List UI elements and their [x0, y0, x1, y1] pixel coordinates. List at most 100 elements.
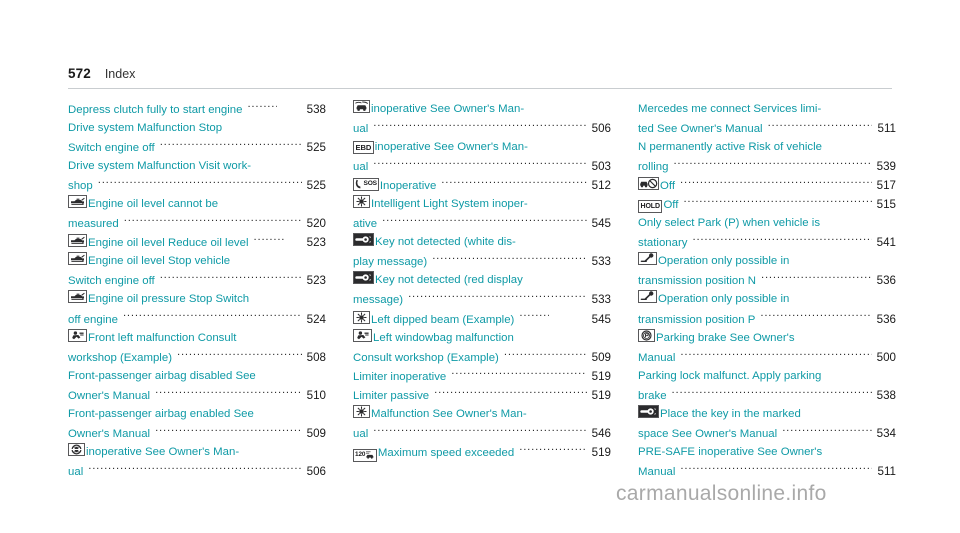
index-entry[interactable]: Front-passenger airbag enabled See Owner'… — [68, 405, 326, 443]
leader-dots — [434, 388, 587, 399]
index-entry[interactable]: Depress clutch fully to start engine538D… — [68, 100, 326, 157]
index-page-reference[interactable]: 545 — [591, 214, 611, 233]
index-entry[interactable]: N permanently active Risk of vehicle roll… — [638, 138, 896, 176]
leader-dots — [247, 102, 277, 113]
index-entry[interactable]: Intelligent Light System inoper-ative 545 — [353, 195, 611, 233]
index-entry[interactable]: Place the key in the marked space See Own… — [638, 404, 896, 443]
index-entry[interactable]: inoperative See Owner's Man-ual 506 — [353, 100, 611, 138]
index-entry[interactable]: Parking lock malfunct. Apply parking brak… — [638, 367, 896, 405]
index-entry[interactable]: Front left malfunction Consult workshop (… — [68, 328, 326, 367]
index-entry[interactable]: Key not detected (red display message) 533 — [353, 271, 611, 309]
index-entry-text: Front-passenger airbag enabled See — [68, 407, 254, 420]
index-page-reference[interactable]: 520 — [306, 214, 326, 233]
index-page-reference[interactable]: 500 — [876, 348, 896, 367]
index-entry[interactable]: SOSInoperative 512 — [353, 176, 611, 195]
ebd-text-icon: EBD — [353, 138, 374, 157]
index-entry-text: inoperative See Owner's Man- — [86, 445, 240, 458]
index-page-reference[interactable]: 519 — [591, 443, 611, 462]
index-entry[interactable]: Only select Park (P) when vehicle is stat… — [638, 214, 896, 252]
key-icon — [638, 404, 659, 418]
index-entry[interactable]: Limiter passive 519 — [353, 386, 611, 405]
index-entry-line: Drive system Malfunction Stop — [68, 119, 326, 138]
index-page-reference[interactable]: 519 — [591, 386, 611, 405]
index-page-reference[interactable]: 546 — [591, 424, 611, 443]
index-page-reference[interactable]: 512 — [591, 176, 611, 195]
brake-disc-icon — [68, 442, 85, 456]
index-page-reference[interactable]: 511 — [876, 119, 896, 138]
index-entry[interactable]: Engine oil level Stop vehicle Switch engi… — [68, 252, 326, 290]
index-entry-text: Limiter passive — [353, 389, 430, 402]
speed-limit-icon: 120 — [353, 444, 377, 463]
index-page-reference[interactable]: 525 — [306, 176, 326, 195]
key-icon — [353, 233, 374, 247]
index-entry[interactable]: Operation only possible in transmission p… — [638, 290, 896, 328]
index-entry[interactable]: Left windowbag malfunction Consult worksh… — [353, 328, 611, 367]
index-page-reference[interactable]: 515 — [876, 195, 896, 214]
index-page-reference[interactable]: 533 — [591, 290, 611, 309]
index-entry-line: ted See Owner's Manual 511 — [638, 119, 896, 138]
index-entry[interactable]: Limiter inoperative 519 — [353, 367, 611, 386]
index-page-reference[interactable]: 534 — [876, 424, 896, 443]
index-page-reference[interactable]: 538 — [306, 100, 326, 119]
index-page-reference[interactable]: 523 — [306, 233, 326, 252]
index-page-reference[interactable]: 541 — [876, 233, 896, 252]
index-entry-line: Operation only possible in — [638, 290, 896, 309]
index-entry[interactable]: Operation only possible in transmission p… — [638, 252, 896, 290]
index-page-reference[interactable]: 525 — [306, 138, 326, 157]
index-page-reference[interactable]: 536 — [876, 271, 896, 290]
index-entry[interactable]: Engine oil level cannot be measured 520 — [68, 195, 326, 233]
leader-dots — [519, 445, 587, 456]
index-entry[interactable]: Left dipped beam (Example) 545 — [353, 310, 611, 329]
index-entry-text: Engine oil level cannot be — [88, 198, 219, 211]
leader-dots — [782, 426, 872, 437]
index-page-reference[interactable]: 511 — [876, 462, 896, 481]
index-entry[interactable]: HOLDOff 515 — [638, 195, 896, 214]
leader-dots — [504, 350, 587, 361]
index-page-reference[interactable]: 506 — [306, 462, 326, 481]
index-entry[interactable]: Drive system Malfunction Visit work-shop… — [68, 157, 326, 195]
leader-dots — [254, 235, 284, 246]
index-entry[interactable]: PRE-SAFE inoperative See Owner's Manual 51… — [638, 443, 896, 481]
index-page-reference[interactable]: 510 — [306, 386, 326, 405]
index-page-reference[interactable]: 509 — [306, 424, 326, 443]
index-entry[interactable]: Key not detected (white dis-play message… — [353, 233, 611, 271]
index-entry[interactable]: Parking brake See Owner's Manual 500 — [638, 328, 896, 367]
index-entry-line: transmission position P 536 — [638, 310, 896, 329]
index-page-reference[interactable]: 503 — [591, 157, 611, 176]
index-entry-line: EBD inoperative See Owner's Man- — [353, 138, 611, 157]
index-entry[interactable]: EBDinoperative See Owner's Man-ual 503 — [353, 138, 611, 176]
index-entry[interactable]: Front-passenger airbag disabled See Owner… — [68, 367, 326, 405]
index-entry[interactable]: Engine oil level Reduce oil level 523 — [68, 233, 326, 252]
index-page-reference[interactable]: 545 — [591, 310, 611, 329]
index-entry-line: transmission position N 536 — [638, 271, 896, 290]
index-page-reference[interactable]: 533 — [591, 252, 611, 271]
selector-lever-icon — [638, 290, 657, 304]
index-entry[interactable]: Engine oil pressure Stop Switch off engin… — [68, 290, 326, 328]
index-entry-line: measured 520 — [68, 214, 326, 233]
index-entry-line: Operation only possible in — [638, 252, 896, 271]
index-page-reference[interactable]: 539 — [876, 157, 896, 176]
page-header: 572 Index — [68, 66, 892, 81]
index-page-reference[interactable]: 523 — [306, 271, 326, 290]
index-page-reference[interactable]: 517 — [876, 176, 896, 195]
index-entry[interactable]: inoperative See Owner's Man-ual 506 — [68, 442, 326, 481]
index-page-reference[interactable]: 536 — [876, 310, 896, 329]
index-entry-text: transmission position N — [638, 275, 756, 288]
index-page-reference[interactable]: 538 — [876, 386, 896, 405]
index-entry-text: off engine — [68, 313, 118, 326]
index-entry[interactable]: Mercedes me connect Services limi-ted Se… — [638, 100, 896, 138]
index-page-reference[interactable]: 509 — [591, 348, 611, 367]
index-entry-text: ual — [353, 427, 369, 440]
index-page-reference[interactable]: 524 — [306, 310, 326, 329]
index-entry[interactable]: Off 517 — [638, 176, 896, 195]
index-entry-line: Off 517 — [638, 176, 896, 195]
index-page-reference[interactable]: 508 — [306, 348, 326, 367]
index-entry[interactable]: 120Maximum speed exceeded 519 — [353, 443, 611, 462]
index-page-reference[interactable]: 506 — [591, 119, 611, 138]
index-page-reference[interactable]: 519 — [591, 367, 611, 386]
index-entry[interactable]: Malfunction See Owner's Man-ual 546 — [353, 404, 611, 443]
index-entry-text: Drive system Malfunction Visit work- — [68, 160, 252, 173]
index-entry-text: measured — [68, 218, 119, 231]
page-number: 572 — [68, 66, 91, 81]
hold-text-icon: HOLD — [638, 196, 663, 215]
